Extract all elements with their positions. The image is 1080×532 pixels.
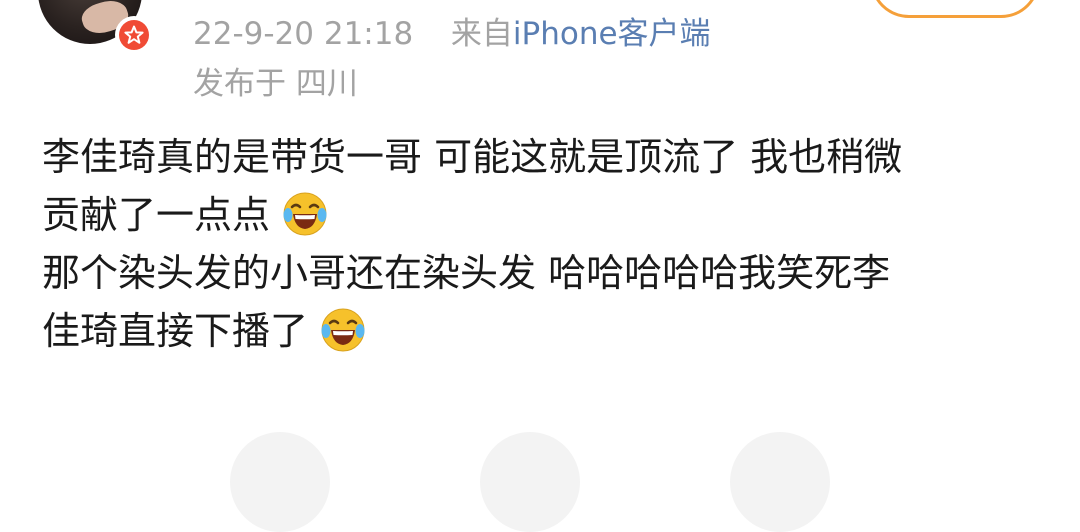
verified-star-icon (119, 20, 149, 50)
post-body: 李佳琦真的是带货一哥 可能这就是顶流了 我也稍微 贡献了一点点 那个染头发的小哥… (42, 128, 1052, 360)
source-prefix: 来自 (450, 16, 513, 52)
image-thumbnail-placeholder[interactable] (480, 432, 580, 532)
follow-button[interactable] (870, 0, 1040, 18)
source-device-link[interactable]: iPhone客户端 (513, 16, 711, 52)
laugh-cry-icon (283, 192, 327, 236)
post-text-line: 佳琦直接下播了 (42, 302, 1052, 360)
post-text-line: 李佳琦真的是带货一哥 可能这就是顶流了 我也稍微 (42, 128, 1052, 186)
verified-badge-icon (115, 16, 153, 54)
laugh-cry-icon (321, 308, 365, 352)
post-text: 那个染头发的小哥还在染头发 哈哈哈哈哈我笑死李 (42, 251, 891, 295)
post-meta: 22-9-20 21:18 来自iPhone客户端 (193, 12, 711, 56)
image-thumbnail-placeholder[interactable] (230, 432, 330, 532)
post-text: 李佳琦真的是带货一哥 可能这就是顶流了 我也稍微 (42, 135, 903, 179)
post-text-line: 那个染头发的小哥还在染头发 哈哈哈哈哈我笑死李 (42, 244, 1052, 302)
post-text: 佳琦直接下播了 (42, 309, 309, 353)
post-text-line: 贡献了一点点 (42, 186, 1052, 244)
post-location: 发布于 四川 (193, 66, 358, 102)
post-text: 贡献了一点点 (42, 193, 271, 237)
image-thumbnail-placeholder[interactable] (730, 432, 830, 532)
post-timestamp: 22-9-20 21:18 (193, 16, 414, 52)
